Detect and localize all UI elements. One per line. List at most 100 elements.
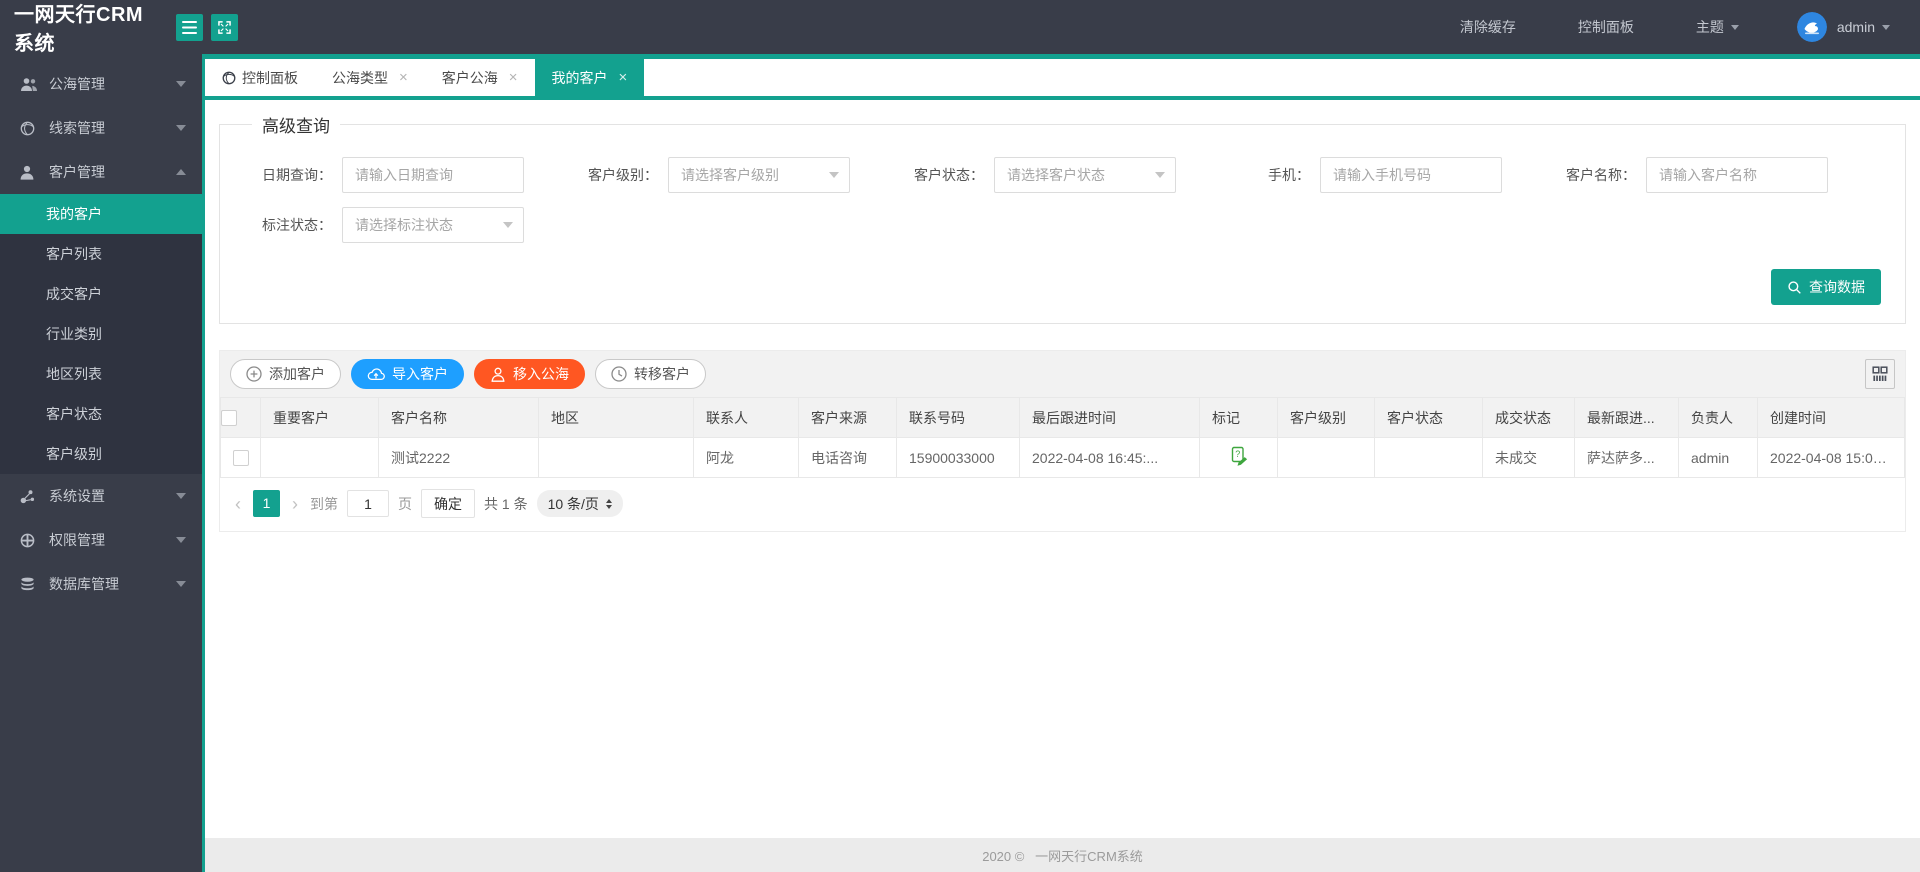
close-icon[interactable]: × [399,70,408,85]
cell: 未成交 [1482,437,1575,478]
query-legend: 高级查询 [262,117,330,136]
user-menu[interactable]: admin [1837,19,1890,35]
query-select[interactable]: 请选择客户级别 [668,157,850,193]
cell: ? [1199,437,1278,478]
content-area: 高级查询 日期查询： 客户级别： 请选择客户级别 客户状态： 请选择客户状态 手机… [205,100,1920,838]
query-field: 客户状态： 请选择客户状态 [896,157,1176,193]
sidebar-item[interactable]: 数据库管理 [0,562,202,606]
field-label: 日期查询： [262,167,332,183]
row-select-cell [220,437,261,478]
row-checkbox[interactable] [232,450,249,467]
search-icon [1787,280,1802,295]
next-page-button[interactable]: › [289,495,301,513]
toolbar-button[interactable]: 移入公海 [474,359,585,389]
column-header: 联系人 [693,397,799,438]
menu-icon [182,20,197,34]
customer-table: 重要客户 客户名称 地区 联系人 客户来源 联系号码 最后跟进时间 标记 客户级别 客户状态 成交状… [220,397,1905,478]
query-input[interactable] [1646,157,1828,193]
sidebar: 公海管理 线索管理 客户管理 我的客户 客户列表 成交客户 行业类别 地区列表 客户状态客… [0,54,202,872]
page-size-select[interactable]: 10 条/页 [536,490,623,517]
chevron-down-icon [176,493,186,499]
cell: 萨达萨多... [1574,437,1679,478]
close-icon[interactable]: × [619,70,628,85]
chevron-down-icon [1730,24,1739,30]
fullscreen-button[interactable] [211,13,238,41]
query-input[interactable] [342,157,524,193]
cell [1374,437,1483,478]
collapse-sidebar-button[interactable] [176,13,203,41]
sidebar-accent-divider [202,54,205,872]
confirm-button[interactable]: 确定 [421,489,475,518]
column-header: 最新跟进... [1574,397,1679,438]
column-header: 客户级别 [1277,397,1375,438]
cloud-upload-icon [367,367,385,381]
tab-label: 公海类型 [332,69,388,86]
toolbar-button[interactable]: 转移客户 [595,359,706,389]
table-row: 测试2222 阿龙 电话咨询 15900033000 2022-04-08 16:45:… [220,437,1905,478]
cell: 测试2222 [378,437,539,478]
sidebar-subitem[interactable]: 地区列表 [0,354,202,394]
globe-icon [20,121,42,136]
query-field: 客户名称： [1548,157,1828,193]
tab[interactable]: 客户公海 × [425,59,535,96]
sidebar-item-label: 客户管理 [49,164,105,180]
cell: 2022-04-08 16:45:... [1019,437,1200,478]
sidebar-subitem[interactable]: 行业类别 [0,314,202,354]
mark-edit-icon[interactable]: ? [1229,446,1249,470]
field-label: 客户级别： [588,167,658,183]
toolbar-button[interactable]: 导入客户 [351,359,464,389]
tab[interactable]: 公海类型 × [315,59,425,96]
column-header: 客户来源 [798,397,897,438]
tab[interactable]: 我的客户 × [534,59,645,96]
sidebar-subitem[interactable]: 我的客户 [0,194,202,234]
toolbar-button[interactable]: 添加客户 [230,359,341,389]
table-toolbar: 添加客户 导入客户 移入公海 转移客户 [220,351,1905,397]
column-header: 客户名称 [378,397,539,438]
sidebar-subitem[interactable]: 客户状态 [0,394,202,434]
database-icon [20,577,42,592]
cell: admin [1678,437,1758,478]
chevron-down-icon [176,537,186,543]
control-panel-link[interactable]: 控制面板 [1578,17,1634,37]
theme-menu[interactable]: 主题 [1696,17,1739,37]
table-panel: 添加客户 导入客户 移入公海 转移客户 重要客户 客户名称 地区 联系人 客户来源 联系号… [219,350,1906,532]
footer: 2020 © 一网天行CRM系统 [205,838,1920,872]
app-title: 一网天行CRM系统 [14,4,144,55]
sidebar-item[interactable]: 客户管理 [0,150,202,194]
app-header: 一网天行CRM系统 清除缓存 控制面板 主题 admin [0,0,1920,55]
query-select[interactable]: 请选择标注状态 [342,207,524,243]
current-page[interactable]: 1 [253,490,280,517]
query-field: 标注状态： 请选择标注状态 [244,207,524,243]
select-all-checkbox[interactable] [221,410,237,427]
column-header: 地区 [538,397,694,438]
clear-cache-link[interactable]: 清除缓存 [1460,17,1516,37]
sidebar-item[interactable]: 公海管理 [0,62,202,106]
sidebar-subitem[interactable]: 客户列表 [0,234,202,274]
toolbar-buttons: 添加客户 导入客户 移入公海 转移客户 [230,359,716,389]
prev-page-button[interactable]: ‹ [232,495,244,513]
column-header: 重要客户 [260,397,379,438]
query-input[interactable] [1320,157,1502,193]
sidebar-subitem[interactable]: 成交客户 [0,274,202,314]
table-body: 测试2222 阿龙 电话咨询 15900033000 2022-04-08 16:45:… [220,437,1905,478]
query-select[interactable]: 请选择客户状态 [994,157,1176,193]
cell [538,437,694,478]
avatar[interactable] [1796,12,1827,42]
sidebar-item[interactable]: 权限管理 [0,518,202,562]
search-data-button[interactable]: 查询数据 [1771,269,1881,305]
chevron-down-icon [176,125,186,131]
sidebar-item[interactable]: 线索管理 [0,106,202,150]
sidebar-subitem[interactable]: 客户级别 [0,434,202,474]
column-settings-button[interactable] [1865,359,1895,389]
sidebar-item-label: 公海管理 [49,76,105,92]
cell: 2022-04-08 15:09... [1757,437,1905,478]
sidebar-item[interactable]: 系统设置 [0,474,202,518]
header-right: 清除缓存 控制面板 主题 admin [1398,12,1920,42]
column-header: 负责人 [1678,397,1758,438]
page-input[interactable] [347,490,389,517]
tab[interactable]: 控制面板 [205,59,315,96]
close-icon[interactable]: × [509,70,518,85]
column-header: 联系号码 [896,397,1020,438]
chevron-down-icon [1155,172,1165,178]
footer-text: 2020 © 一网天行CRM系统 [982,848,1143,864]
